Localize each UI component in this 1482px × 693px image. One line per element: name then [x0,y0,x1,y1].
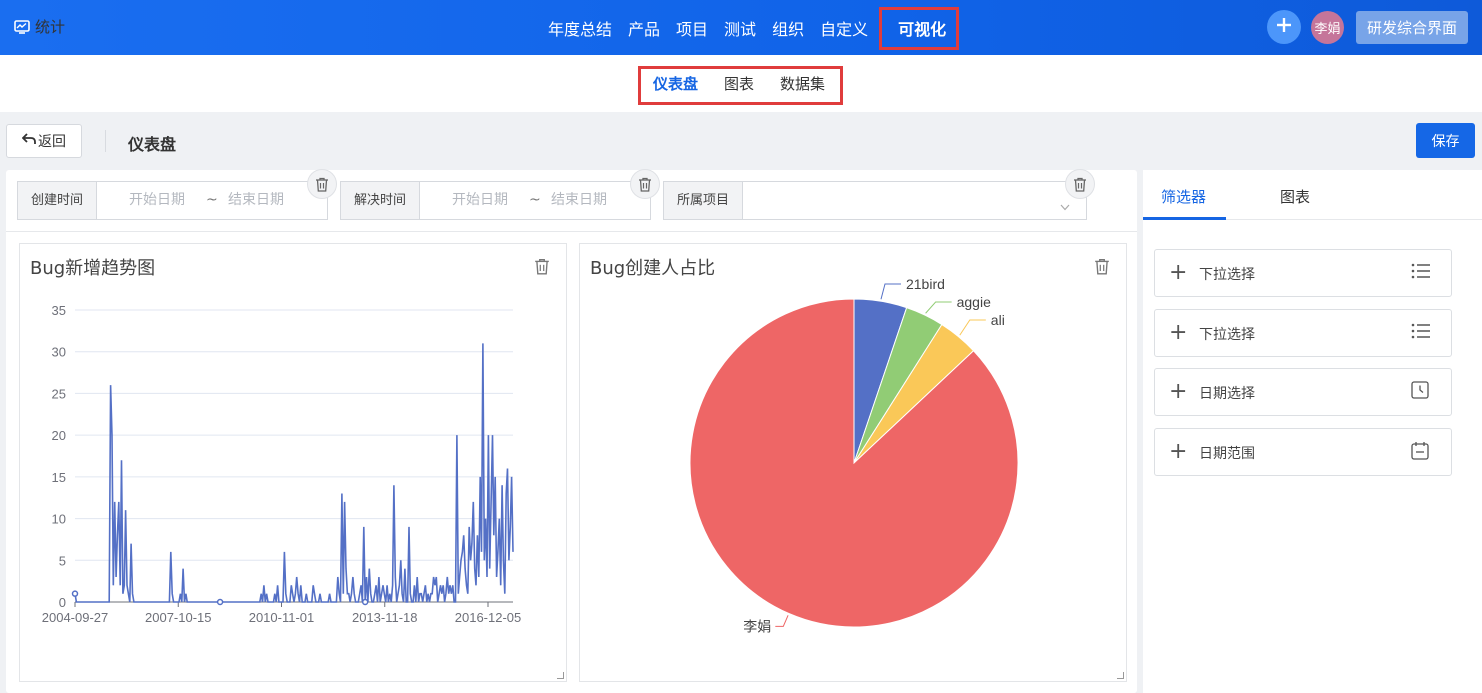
y-tick-label: 10 [52,512,66,527]
line-chart: 0 5 10 15 20 25 30 35 2004-09-27 2007-10-15 2010-1… [42,303,522,625]
resolved-time-filter[interactable]: 解决时间 开始日期 ~ 结束日期 [340,181,651,220]
dropdown-select-widget[interactable]: + 下拉选择 [1154,309,1452,357]
x-tick-label: 2004-09-27 [42,610,109,625]
label-leader-line [959,319,986,336]
data-point [71,590,79,597]
brand[interactable]: 统计 [14,16,65,37]
clock-icon [1411,381,1429,403]
divider [105,130,106,152]
x-tick-label: 2013-11-18 [352,610,418,625]
y-tick-label: 0 [59,595,66,610]
y-tick-label: 20 [52,428,66,443]
filter-label: 所属项目 [664,182,744,219]
back-button[interactable]: 返回 [6,124,82,158]
series-line [74,343,514,603]
active-tab-indicator [1143,217,1226,220]
y-tick-label: 25 [52,386,66,401]
slice-label: 21bird [906,276,945,292]
trash-icon [639,177,651,192]
widget-label: 日期选择 [1199,386,1255,402]
date-separator: ~ [529,192,541,208]
created-time-filter[interactable]: 创建时间 开始日期 ~ 结束日期 [17,181,328,220]
plus-icon [1275,16,1293,38]
data-point [361,598,369,606]
nav-item-product[interactable]: 产品 [620,16,668,40]
filter-label: 创建时间 [18,182,98,219]
highlight-box-nav [879,7,959,50]
avatar[interactable]: 李娟 [1311,11,1344,44]
nav-item-annual[interactable]: 年度总结 [540,16,620,40]
start-date-input[interactable]: 开始日期 [452,182,508,219]
add-button[interactable] [1267,10,1301,44]
end-date-input[interactable]: 结束日期 [551,182,607,219]
nav-item-custom[interactable]: 自定义 [812,16,876,40]
delete-filter-button[interactable] [1065,169,1095,199]
end-date-input[interactable]: 结束日期 [228,182,284,219]
back-label: 返回 [38,134,66,150]
dropdown-select-widget[interactable]: + 下拉选择 [1154,249,1452,297]
slice-label: ali [991,312,1005,328]
delete-filter-button[interactable] [630,169,660,199]
slice-label: aggie [957,294,991,310]
trash-icon [316,177,328,192]
widget-label: 日期范围 [1199,446,1255,462]
nav-item-project[interactable]: 项目 [668,16,716,40]
pie-chart: 21bird aggieali 李娟 [689,276,1019,634]
brand-label: 统计 [35,18,66,36]
trash-icon[interactable] [534,258,550,279]
date-separator: ~ [206,192,218,208]
tab-filters[interactable]: 筛选器 [1161,186,1206,207]
widget-label: 下拉选择 [1199,327,1255,343]
delete-filter-button[interactable] [307,169,337,199]
switch-interface-button[interactable]: 研发综合界面 [1356,11,1468,44]
label-leader-line [880,283,901,300]
plus-icon: + [1169,379,1188,404]
highlight-box-subnav [638,66,843,105]
trash-icon [1074,177,1086,192]
save-button[interactable]: 保存 [1416,123,1475,158]
nav-item-test[interactable]: 测试 [716,16,764,40]
list-icon [1411,322,1431,344]
plus-icon: + [1169,439,1188,464]
page-title: 仪表盘 [128,135,177,154]
plus-icon: + [1169,260,1188,285]
y-tick-label: 30 [52,345,66,360]
label-leader-line [925,301,952,314]
y-tick-label: 35 [52,303,66,318]
start-date-input[interactable]: 开始日期 [129,182,185,219]
data-point [216,598,224,606]
date-select-widget[interactable]: + 日期选择 [1154,368,1452,416]
nav-item-org[interactable]: 组织 [764,16,812,40]
monitor-icon [14,19,30,34]
filter-label: 解决时间 [341,182,421,219]
y-tick-label: 5 [59,553,66,568]
tab-charts[interactable]: 图表 [1280,186,1310,207]
date-range-widget[interactable]: + 日期范围 [1154,428,1452,476]
label-leader-line [775,615,789,627]
list-icon [1411,262,1431,284]
widget-label: 下拉选择 [1199,267,1255,283]
calendar-icon [1411,441,1429,464]
project-filter[interactable]: 所属项目 [663,181,1087,220]
resize-handle[interactable] [1117,672,1124,679]
x-tick-label: 2007-10-15 [145,610,212,625]
resize-handle[interactable] [557,672,564,679]
y-tick-label: 15 [52,470,66,485]
plus-icon: + [1169,320,1188,345]
back-arrow-icon [21,133,36,149]
bug-creator-card[interactable]: Bug创建人占比 21bird aggie ali 李娟 [579,243,1127,682]
chevron-down-icon [1060,196,1070,215]
x-tick-label: 2016-12-05 [455,610,522,625]
x-tick-label: 2010-11-01 [249,610,315,625]
slice-label: 李娟 [743,618,771,634]
bug-trend-card[interactable]: Bug新增趋势图 0 5 10 15 20 25 30 35 2004-09-27 2007-10… [19,243,567,682]
chart-title: Bug新增趋势图 [30,258,156,279]
